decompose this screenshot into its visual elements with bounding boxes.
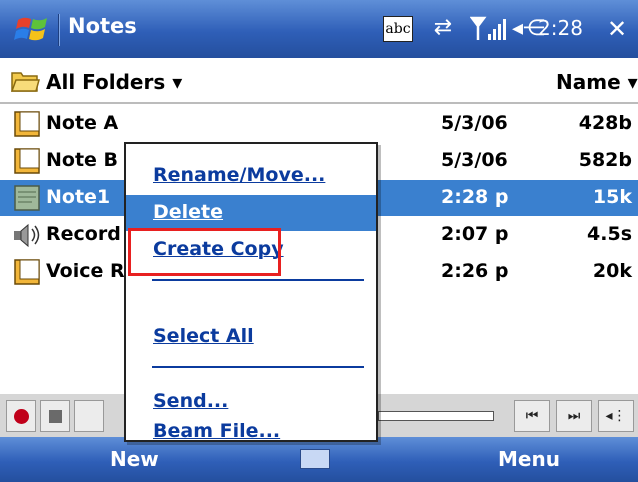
menu-item-label: Delete [153,201,224,223]
stop-button[interactable] [40,400,70,432]
keyboard-icon[interactable] [300,449,330,469]
menu-item-label: Rename/Move... [153,164,326,186]
note-folder-icon [14,111,40,137]
note-folder-icon [14,259,40,285]
play-button[interactable] [74,400,104,432]
menu-item-label: Select All [153,325,254,347]
close-button[interactable]: ✕ [603,15,631,43]
file-name: Note B [46,149,119,171]
new-softkey[interactable]: New [110,447,159,471]
list-item[interactable]: Note A 5/3/06 428b [0,106,638,142]
file-name: Note A [46,112,119,134]
file-name: Note1 [46,186,111,208]
sort-dropdown[interactable]: Name ▾ [556,70,638,94]
file-date: 5/3/06 [441,112,508,134]
menu-item-beam-file[interactable]: Beam File... [126,418,376,442]
file-name: Voice R [46,260,125,282]
menu-item-delete[interactable]: Delete [126,195,376,231]
previous-track-button[interactable]: ⏮ [514,400,550,432]
record-icon [14,409,29,424]
menu-separator [152,279,364,281]
open-folder-icon [10,72,40,92]
menu-item-label: Create Copy [153,238,284,260]
title-separator [58,14,60,46]
note-folder-icon [14,148,40,174]
menu-item-send[interactable]: Send... [126,384,376,420]
file-size: 4.5s [587,223,632,245]
menu-bar: New Menu [0,437,638,482]
file-date: 2:26 p [441,260,509,282]
file-size: 428b [578,112,632,134]
volume-slider[interactable] [378,411,494,421]
app-title: Notes [68,14,137,38]
recording-icon [14,223,40,248]
stop-icon [49,410,62,423]
windows-start-icon[interactable] [14,12,52,46]
menu-softkey[interactable]: Menu [498,447,560,471]
folder-header: All Folders ▾ Name ▾ [0,58,638,104]
record-button[interactable] [6,400,36,432]
menu-item-rename-move[interactable]: Rename/Move... [126,158,376,194]
menu-item-label: Send... [153,390,229,412]
clock[interactable]: 2:28 [538,16,583,40]
speaker-volume-button[interactable]: ◂⋮ [598,400,634,432]
title-bar: Notes abc ⇄ ◂⋲ 2:28 ✕ [0,0,638,58]
file-date: 2:28 p [441,186,509,208]
file-date: 5/3/06 [441,149,508,171]
connectivity-icon[interactable]: ⇄ [426,13,460,43]
menu-separator [152,366,364,368]
file-size: 20k [592,260,632,282]
file-size: 582b [578,149,632,171]
menu-item-label: Beam File... [153,420,281,442]
note-file-icon [14,185,40,211]
volume-icon[interactable]: ◂⋲ [512,14,545,44]
next-track-button[interactable]: ⏭ [556,400,592,432]
file-size: 15k [592,186,632,208]
input-method-icon[interactable]: abc [383,16,413,42]
context-menu: Rename/Move... Delete Create Copy Select… [124,142,378,442]
signal-strength-icon[interactable] [470,14,508,44]
folder-dropdown[interactable]: All Folders ▾ [46,70,182,94]
menu-item-create-copy[interactable]: Create Copy [126,232,376,268]
file-date: 2:07 p [441,223,509,245]
file-name: Record [46,223,121,245]
menu-item-select-all[interactable]: Select All [126,325,376,362]
